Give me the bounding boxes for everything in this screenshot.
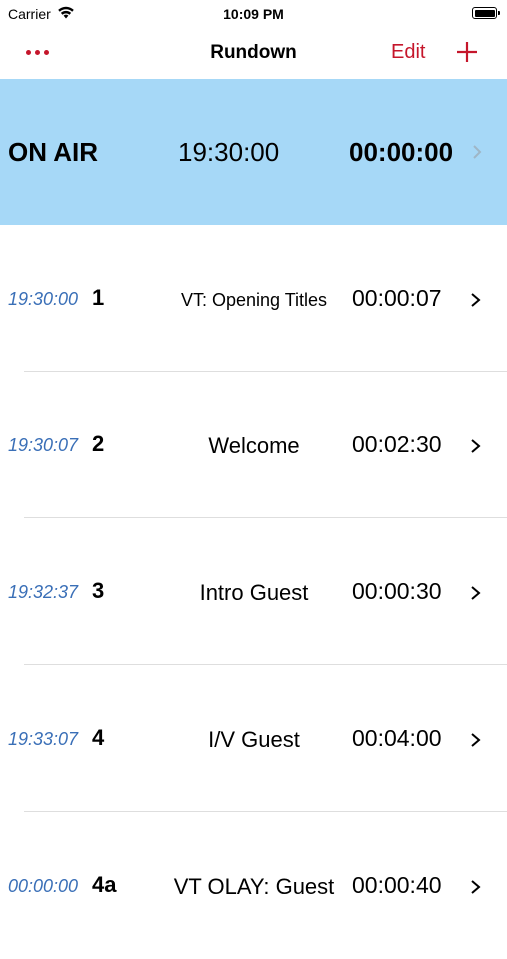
row-start-time: 19:33:07 — [8, 729, 79, 749]
chevron-right-icon — [470, 731, 482, 749]
row-divider — [24, 811, 507, 812]
row-number: 2 — [92, 431, 105, 456]
on-air-row[interactable]: ON AIR 19:30:00 00:00:00 — [0, 79, 507, 225]
row-start-time: 00:00:00 — [8, 876, 79, 896]
row-duration: 00:04:00 — [352, 725, 442, 751]
plus-icon[interactable] — [454, 39, 480, 65]
row-divider — [24, 517, 507, 518]
rundown-row[interactable]: 19:30:07 2 Welcome 00:02:30 — [0, 372, 507, 518]
row-duration: 00:00:30 — [352, 578, 442, 604]
on-air-clock: 19:30:00 — [178, 137, 280, 167]
status-bar: Carrier 10:09 PM — [0, 0, 507, 30]
chevron-right-icon — [470, 291, 482, 309]
row-title: VT OLAY: Guest — [173, 874, 335, 899]
row-number: 1 — [92, 285, 105, 310]
row-start-time: 19:32:37 — [8, 582, 79, 602]
battery-icon — [472, 7, 500, 19]
row-number: 4 — [92, 725, 105, 750]
rundown-row[interactable]: 00:00:00 4a VT OLAY: Guest 00:00:40 — [0, 813, 507, 959]
rundown-row[interactable]: 19:32:37 3 Intro Guest 00:00:30 — [0, 519, 507, 665]
row-start-time: 19:30:00 — [8, 289, 79, 309]
rundown-row[interactable]: 19:30:00 1 VT: Opening Titles 00:00:07 — [0, 226, 507, 372]
row-number: 3 — [92, 578, 105, 603]
edit-button[interactable]: Edit — [391, 41, 425, 64]
row-divider — [24, 664, 507, 665]
chevron-right-icon — [471, 144, 483, 160]
rundown-row[interactable]: 19:33:07 4 I/V Guest 00:04:00 — [0, 666, 507, 812]
chevron-right-icon — [470, 437, 482, 455]
row-title: Welcome — [208, 433, 300, 458]
row-duration: 00:02:30 — [352, 431, 442, 457]
chevron-right-icon — [470, 878, 482, 896]
on-air-duration: 00:00:00 — [349, 137, 454, 167]
navigation-bar: Rundown Edit — [0, 30, 507, 78]
row-number: 4a — [92, 872, 117, 897]
page-title: Rundown — [210, 42, 297, 63]
row-title: I/V Guest — [208, 727, 300, 752]
row-title: VT: Opening Titles — [180, 290, 328, 310]
status-time: 10:09 PM — [223, 6, 284, 22]
row-duration: 00:00:40 — [352, 872, 442, 898]
row-start-time: 19:30:07 — [8, 435, 79, 455]
row-title: Intro Guest — [199, 580, 309, 605]
chevron-right-icon — [470, 584, 482, 602]
on-air-label: ON AIR — [8, 137, 99, 167]
row-duration: 00:00:07 — [352, 285, 442, 311]
